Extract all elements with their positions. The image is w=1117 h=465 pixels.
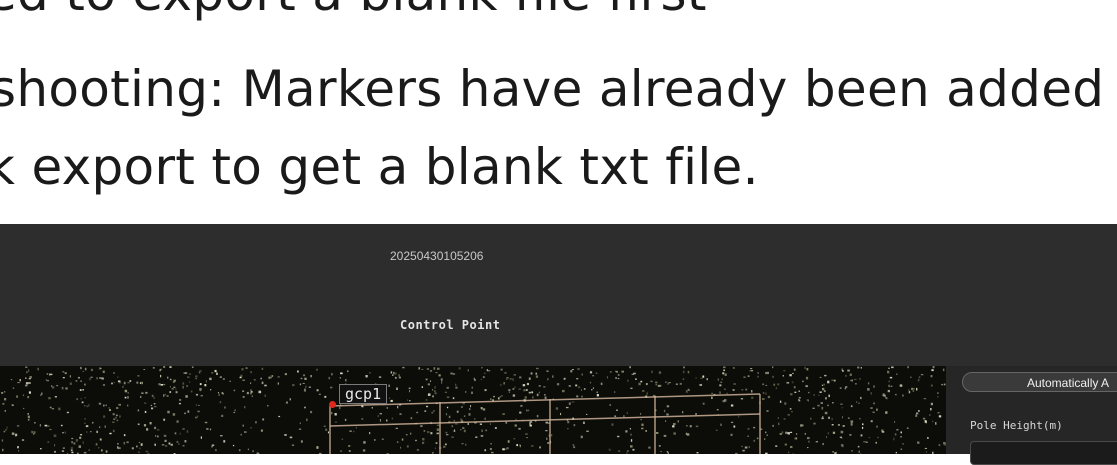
window-title: 20250430105206 (390, 249, 483, 263)
control-point-marker[interactable] (329, 401, 336, 408)
auto-add-button[interactable]: Automatically A (962, 372, 1117, 392)
document-line-2: shooting: Markers have already been adde… (0, 60, 1117, 118)
point-cloud-viewport[interactable]: gcp1 (0, 366, 946, 454)
point-cloud-canvas[interactable] (0, 366, 946, 454)
pole-height-label: Pole Height(m) (970, 419, 1063, 432)
marker-label: gcp1 (339, 384, 387, 404)
document-line-1: ed to export a blank file first (0, 0, 707, 22)
app-screenshot: 20250430105206 Control Point gcp1 Automa… (0, 224, 1117, 454)
page-title: Control Point (400, 318, 500, 332)
document-line-3: k export to get a blank txt file. (0, 138, 759, 196)
pole-height-input[interactable] (970, 441, 1117, 465)
side-panel: Automatically A Pole Height(m) (946, 366, 1117, 454)
